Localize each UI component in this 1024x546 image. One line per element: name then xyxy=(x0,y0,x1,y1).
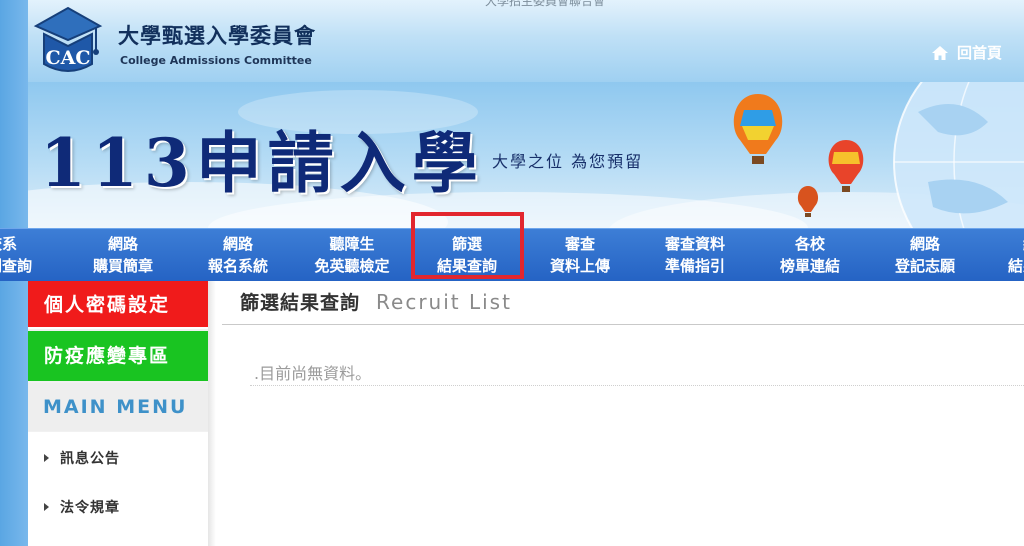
nav-item-registration-system[interactable]: 網路 報名系統 xyxy=(180,233,296,279)
nav-item-register-choices[interactable]: 網路 登記志願 xyxy=(867,233,983,279)
main-nav: 校系 分則查詢 網路 購買簡章 網路 報名系統 聽障生 免英聽檢定 篩選 結果查… xyxy=(0,228,1024,281)
globe-icon xyxy=(893,82,1024,228)
page-title-en: Recruit List xyxy=(376,290,512,314)
home-link[interactable]: 回首頁 xyxy=(931,42,1002,63)
epidemic-response-button[interactable]: 防疫應變專區 xyxy=(28,331,208,381)
banner-title: 113申請入學 xyxy=(40,124,484,202)
nav-item-review-guide[interactable]: 審查資料 準備指引 xyxy=(637,233,753,279)
logo-letters: CAC xyxy=(46,47,91,69)
banner-slogan: 大學之位 為您預留 xyxy=(492,152,644,171)
hot-air-balloon-icon xyxy=(733,94,783,164)
org-name: 大學甄選入學委員會 xyxy=(118,24,316,48)
nav-item-school-lists[interactable]: 各校 榜單連結 xyxy=(752,233,868,279)
caret-right-icon xyxy=(44,454,49,462)
main-menu-title: MAIN MENU xyxy=(28,383,208,431)
page-title: 篩選結果查詢 Recruit List xyxy=(240,288,512,315)
empty-state-message: .目前尚無資料。 xyxy=(254,364,372,383)
page-title-zh: 篩選結果查詢 xyxy=(240,292,361,314)
nav-item-result-query[interactable]: 網路 結果查詢 xyxy=(980,233,1024,279)
empty-state-divider xyxy=(250,385,1024,386)
caret-right-icon xyxy=(44,503,49,511)
cac-logo[interactable]: CAC xyxy=(30,4,106,76)
banner: 113申請入學 大學之位 為您預留 xyxy=(28,82,1024,228)
nav-item-department-rules[interactable]: 校系 分則查詢 xyxy=(0,233,60,279)
top-strip-text: 大學招生委員會聯合會 xyxy=(484,0,605,8)
title-divider xyxy=(222,324,1024,325)
nav-item-hearing-exemption[interactable]: 聽障生 免英聽檢定 xyxy=(294,233,410,279)
sidebar-item-announcements[interactable]: 訊息公告 xyxy=(44,446,194,470)
personal-password-button[interactable]: 個人密碼設定 xyxy=(28,281,208,329)
hot-air-balloon-icon xyxy=(828,140,864,192)
nav-item-review-upload[interactable]: 審查 資料上傳 xyxy=(522,233,638,279)
sidebar-shadow xyxy=(208,281,216,546)
home-icon xyxy=(931,45,948,60)
home-link-label: 回首頁 xyxy=(956,44,1002,62)
org-name-en: College Admissions Committee xyxy=(120,54,312,67)
sidebar-item-regulations[interactable]: 法令規章 xyxy=(44,495,194,519)
nav-item-buy-brochure[interactable]: 網路 購買簡章 xyxy=(65,233,181,279)
nav-item-screening-results[interactable]: 篩選 結果查詢 xyxy=(409,233,525,279)
